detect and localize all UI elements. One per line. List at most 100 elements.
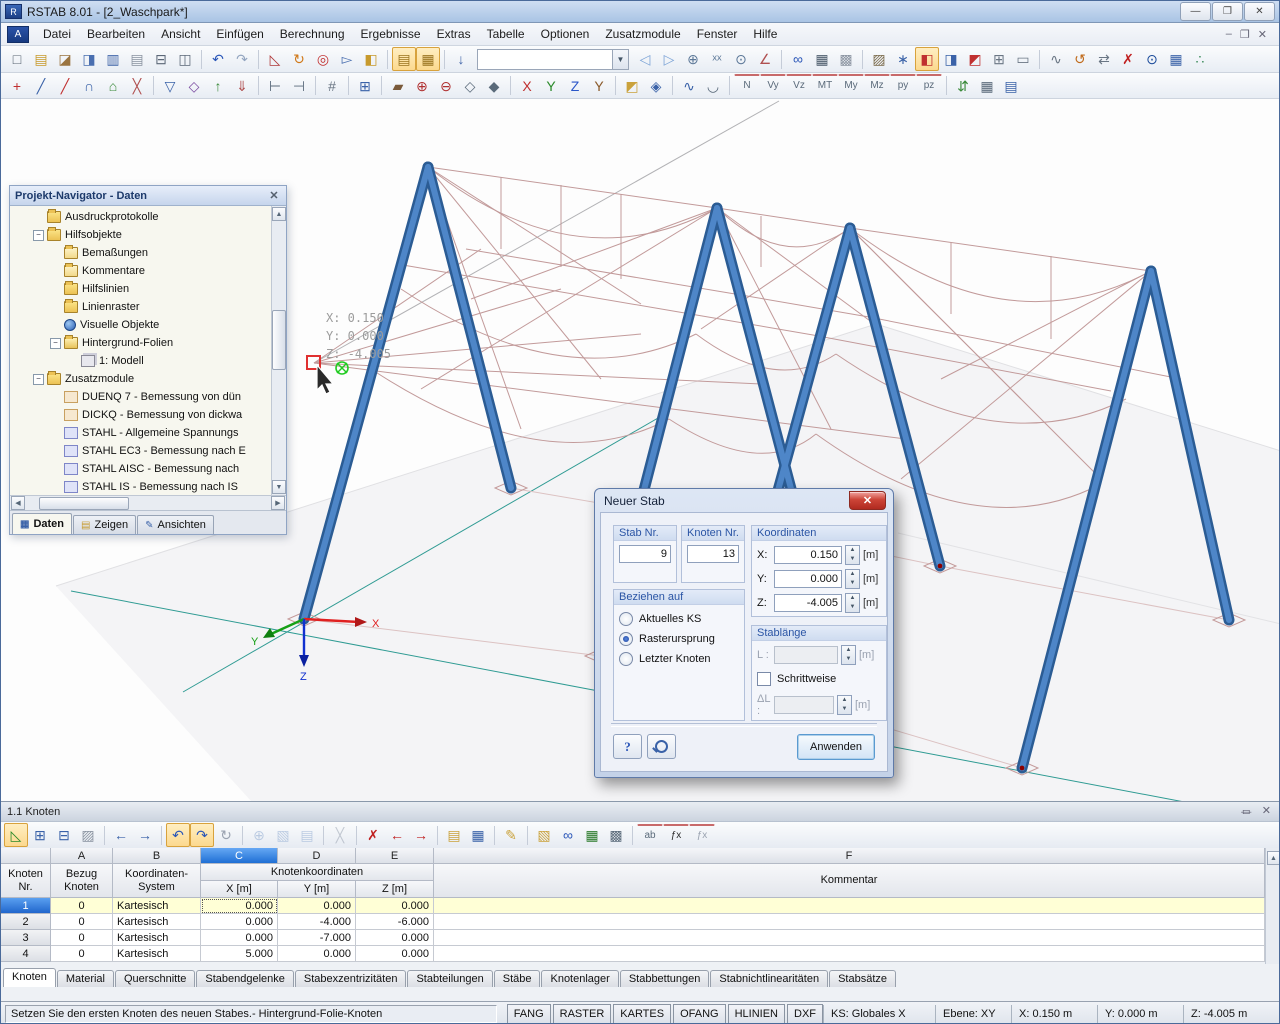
delete-icon[interactable]: ✗ [1116, 47, 1140, 71]
table-edit-cell-icon[interactable]: ▨ [76, 823, 100, 847]
tree-linienraster[interactable]: Linienraster [10, 298, 271, 316]
tree-stahl-ec3[interactable]: STAHL EC3 - Bemessung nach E [10, 442, 271, 460]
row-number-cell[interactable]: 1 [1, 898, 51, 914]
panel-display2-icon[interactable]: ▩ [834, 47, 858, 71]
tree-stahl-aisc[interactable]: STAHL AISC - Bemessung nach [10, 460, 271, 478]
scrollbar-thumb[interactable] [272, 310, 286, 370]
table-scroll-up-icon[interactable]: ▲ [1266, 851, 1279, 865]
view-combo-box[interactable]: ▼ [477, 48, 629, 70]
animation-icon[interactable]: ⇵ [951, 74, 975, 98]
save-icon[interactable]: ▥ [101, 47, 125, 71]
glasses-icon[interactable]: ∞ [786, 47, 810, 71]
x-cell[interactable]: 0.000 [201, 914, 278, 930]
member-divide-icon[interactable]: ╳ [125, 74, 149, 98]
table-undo-icon[interactable]: ↶ [166, 823, 190, 847]
y-cell[interactable]: -4.000 [278, 914, 356, 930]
dimension-xx-icon[interactable]: ⊣ [287, 74, 311, 98]
radio-rasterursprung[interactable]: Rasterursprung [619, 629, 739, 649]
tab-stabendgelenke[interactable]: Stabendgelenke [196, 970, 294, 988]
select-polygon-icon[interactable]: ◺ [263, 47, 287, 71]
mirror-icon[interactable]: ⇄ [1092, 47, 1116, 71]
bezug-cell[interactable]: 0 [51, 914, 113, 930]
menu-berechnung[interactable]: Berechnung [272, 24, 353, 44]
table-delete-row-icon[interactable]: ⊟ [52, 823, 76, 847]
block-icon[interactable]: ⊞ [353, 74, 377, 98]
bezug-cell[interactable]: 0 [51, 946, 113, 962]
table-close-icon[interactable]: ✕ [1262, 804, 1271, 820]
column-b-header[interactable]: B [113, 848, 201, 864]
table-edit-mode-icon[interactable]: ◺ [4, 823, 28, 847]
tab-stabsaetze[interactable]: Stabsätze [829, 970, 896, 988]
coord-spinner[interactable]: ▲ ▼ [845, 593, 860, 613]
menu-extras[interactable]: Extras [429, 24, 479, 44]
view-x-icon[interactable]: X [515, 74, 539, 98]
z-cell[interactable]: 0.000 [356, 930, 434, 946]
nav-tab-daten[interactable]: ▦ Daten [12, 513, 73, 534]
table-notes-icon[interactable]: ✎ [499, 823, 523, 847]
scroll-left-icon[interactable]: ◀ [11, 496, 25, 510]
member-arc-icon[interactable]: ∩ [77, 74, 101, 98]
deformation-icon[interactable]: ◡ [701, 74, 725, 98]
column-c-header[interactable]: C [201, 848, 278, 864]
coord-spinner[interactable]: ▲ ▼ [845, 569, 860, 589]
result-pz-icon[interactable]: pz [916, 74, 942, 97]
tab-material[interactable]: Material [56, 970, 114, 988]
table-snippet-icon[interactable]: ▧ [271, 823, 295, 847]
mdi-minimize-button[interactable]: – [1226, 28, 1232, 41]
help-button[interactable]: ? [613, 734, 642, 759]
load-icon[interactable]: ⇓ [230, 74, 254, 98]
undo-icon[interactable]: ↶ [206, 47, 230, 71]
pin-icon[interactable]: ⏛ [1241, 804, 1252, 820]
result-N-icon[interactable]: N [734, 74, 760, 97]
menu-fenster[interactable]: Fenster [689, 24, 746, 44]
z-cell[interactable]: 0.000 [356, 898, 434, 914]
panel-display-icon[interactable]: ▦ [810, 47, 834, 71]
bezug-cell[interactable]: 0 [51, 930, 113, 946]
result-Vz-icon[interactable]: Vz [786, 74, 812, 97]
navigator-vertical-scrollbar[interactable]: ▲ ▼ [271, 206, 286, 495]
3d-model-viewport[interactable]: X Y Z X: 0.150 Y: 0.000 Z: -4.005 Projek… [1, 99, 1279, 801]
coord-spinner[interactable]: ▲ ▼ [845, 545, 860, 565]
corner-cell[interactable] [1, 848, 51, 864]
mdi-restore-button[interactable]: ❐ [1240, 28, 1250, 41]
table-fx-icon[interactable]: ƒx [663, 823, 689, 847]
restore-button[interactable]: ❐ [1212, 2, 1243, 21]
render-solid-icon[interactable]: ▰ [386, 74, 410, 98]
radio-letzter-knoten[interactable]: Letzter Knoten [619, 649, 739, 669]
row-number-cell[interactable]: 3 [1, 930, 51, 946]
workplane-xy-icon[interactable]: ◧ [915, 47, 939, 71]
x-cell[interactable]: 5.000 [201, 946, 278, 962]
rotate-view-icon[interactable]: ↻ [287, 47, 311, 71]
rotate-icon[interactable]: ↺ [1068, 47, 1092, 71]
guide-lines-icon[interactable]: # [320, 74, 344, 98]
dimension-icon[interactable]: ⊢ [263, 74, 287, 98]
table-excel-icon[interactable]: ▦ [580, 823, 604, 847]
new-member-icon[interactable]: ╱ [29, 74, 53, 98]
pick-in-graphic-button[interactable] [647, 734, 676, 759]
coord-input[interactable]: -4.005 [774, 594, 842, 612]
radio-icon[interactable] [619, 632, 633, 646]
nav-tab-zeigen[interactable]: ▤ Zeigen [73, 515, 137, 534]
result-grid-icon[interactable]: ▦ [975, 74, 999, 98]
redo-icon[interactable]: ↷ [230, 47, 254, 71]
tree-modell[interactable]: 1: Modell [10, 352, 271, 370]
table-col-right-icon[interactable]: → [133, 823, 157, 847]
grid-icon[interactable]: ⊞ [987, 47, 1011, 71]
coord-input[interactable]: 0.150 [774, 546, 842, 564]
tab-knoten[interactable]: Knoten [3, 968, 56, 988]
info-icon[interactable]: ⊙ [1140, 47, 1164, 71]
result-Vy-icon[interactable]: Vy [760, 74, 786, 97]
coord-input[interactable]: 0.000 [774, 570, 842, 588]
result-MT-icon[interactable]: MT [812, 74, 838, 97]
column-e-header[interactable]: E [356, 848, 434, 864]
hinge-icon[interactable]: ◇ [182, 74, 206, 98]
insert-node-icon[interactable]: ↓ [449, 47, 473, 71]
menu-optionen[interactable]: Optionen [533, 24, 598, 44]
printout-report-icon[interactable]: ▤ [999, 74, 1023, 98]
comment-cell[interactable] [434, 898, 1265, 914]
y-cell[interactable]: -7.000 [278, 930, 356, 946]
show-navigator-icon[interactable]: ▤ [392, 47, 416, 71]
view-minus-y-icon[interactable]: Y [587, 74, 611, 98]
clipboard-icon[interactable]: ▤ [125, 47, 149, 71]
schrittweise-checkbox[interactable] [757, 672, 771, 686]
